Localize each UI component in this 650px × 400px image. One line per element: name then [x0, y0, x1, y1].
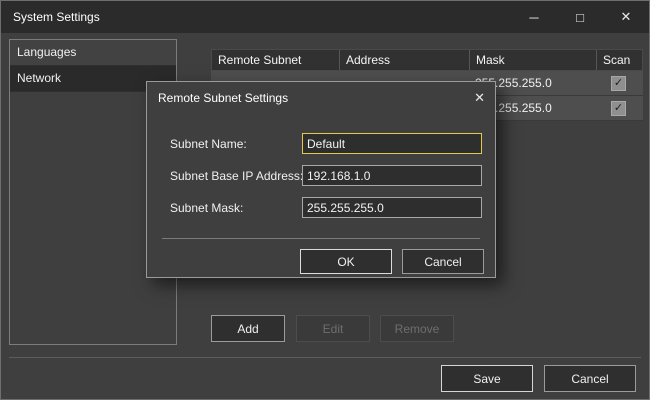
subnet-name-field-row: Subnet Name: [147, 133, 495, 155]
sidebar-item-languages[interactable]: Languages [10, 40, 176, 66]
window-controls: ─ □ ✕ [511, 1, 649, 33]
subnet-base-ip-label: Subnet Base IP Address: [170, 169, 303, 183]
dialog-cancel-button[interactable]: Cancel [402, 249, 484, 274]
subnet-base-ip-field-row: Subnet Base IP Address: [147, 165, 495, 187]
save-button[interactable]: Save [441, 365, 533, 392]
scan-checkbox[interactable]: ✓ [611, 101, 626, 116]
subnet-base-ip-input[interactable] [302, 165, 482, 186]
close-icon: ✕ [474, 90, 485, 105]
column-header-address[interactable]: Address [340, 50, 470, 70]
checkmark-icon: ✓ [614, 102, 623, 114]
column-header-remote-subnet[interactable]: Remote Subnet [212, 50, 340, 70]
titlebar: System Settings ─ □ ✕ [1, 1, 649, 33]
dialog-divider [162, 238, 480, 239]
remove-button: Remove [380, 315, 454, 342]
subnet-mask-field-row: Subnet Mask: [147, 197, 495, 219]
checkmark-icon: ✓ [614, 77, 623, 89]
column-header-scan[interactable]: Scan [597, 50, 642, 70]
close-icon: ✕ [621, 9, 632, 25]
maximize-button[interactable]: □ [557, 1, 603, 33]
dialog-title: Remote Subnet Settings [147, 91, 288, 105]
minimize-button[interactable]: ─ [511, 1, 557, 33]
subnet-name-input[interactable] [302, 133, 482, 154]
system-settings-window: System Settings ─ □ ✕ Languages Network … [0, 0, 650, 400]
window-title: System Settings [1, 10, 100, 24]
ok-button[interactable]: OK [300, 249, 392, 274]
edit-button: Edit [296, 315, 370, 342]
subnet-mask-input[interactable] [302, 197, 482, 218]
subnet-name-label: Subnet Name: [170, 137, 247, 151]
cell-scan: ✓ [596, 71, 641, 95]
dialog-close-button[interactable]: ✕ [474, 90, 485, 106]
dialog-titlebar: Remote Subnet Settings ✕ [147, 82, 495, 114]
scan-checkbox[interactable]: ✓ [611, 76, 626, 91]
minimize-icon: ─ [529, 10, 538, 25]
cell-scan: ✓ [596, 96, 641, 120]
cancel-button[interactable]: Cancel [544, 365, 636, 392]
close-button[interactable]: ✕ [603, 1, 649, 33]
table-header: Remote Subnet Address Mask Scan [211, 49, 643, 71]
add-button[interactable]: Add [211, 315, 285, 342]
column-header-mask[interactable]: Mask [470, 50, 597, 70]
remote-subnet-settings-dialog: Remote Subnet Settings ✕ Subnet Name: Su… [146, 81, 496, 278]
maximize-icon: □ [576, 10, 584, 25]
subnet-mask-label: Subnet Mask: [170, 201, 243, 215]
footer-divider [9, 357, 641, 358]
